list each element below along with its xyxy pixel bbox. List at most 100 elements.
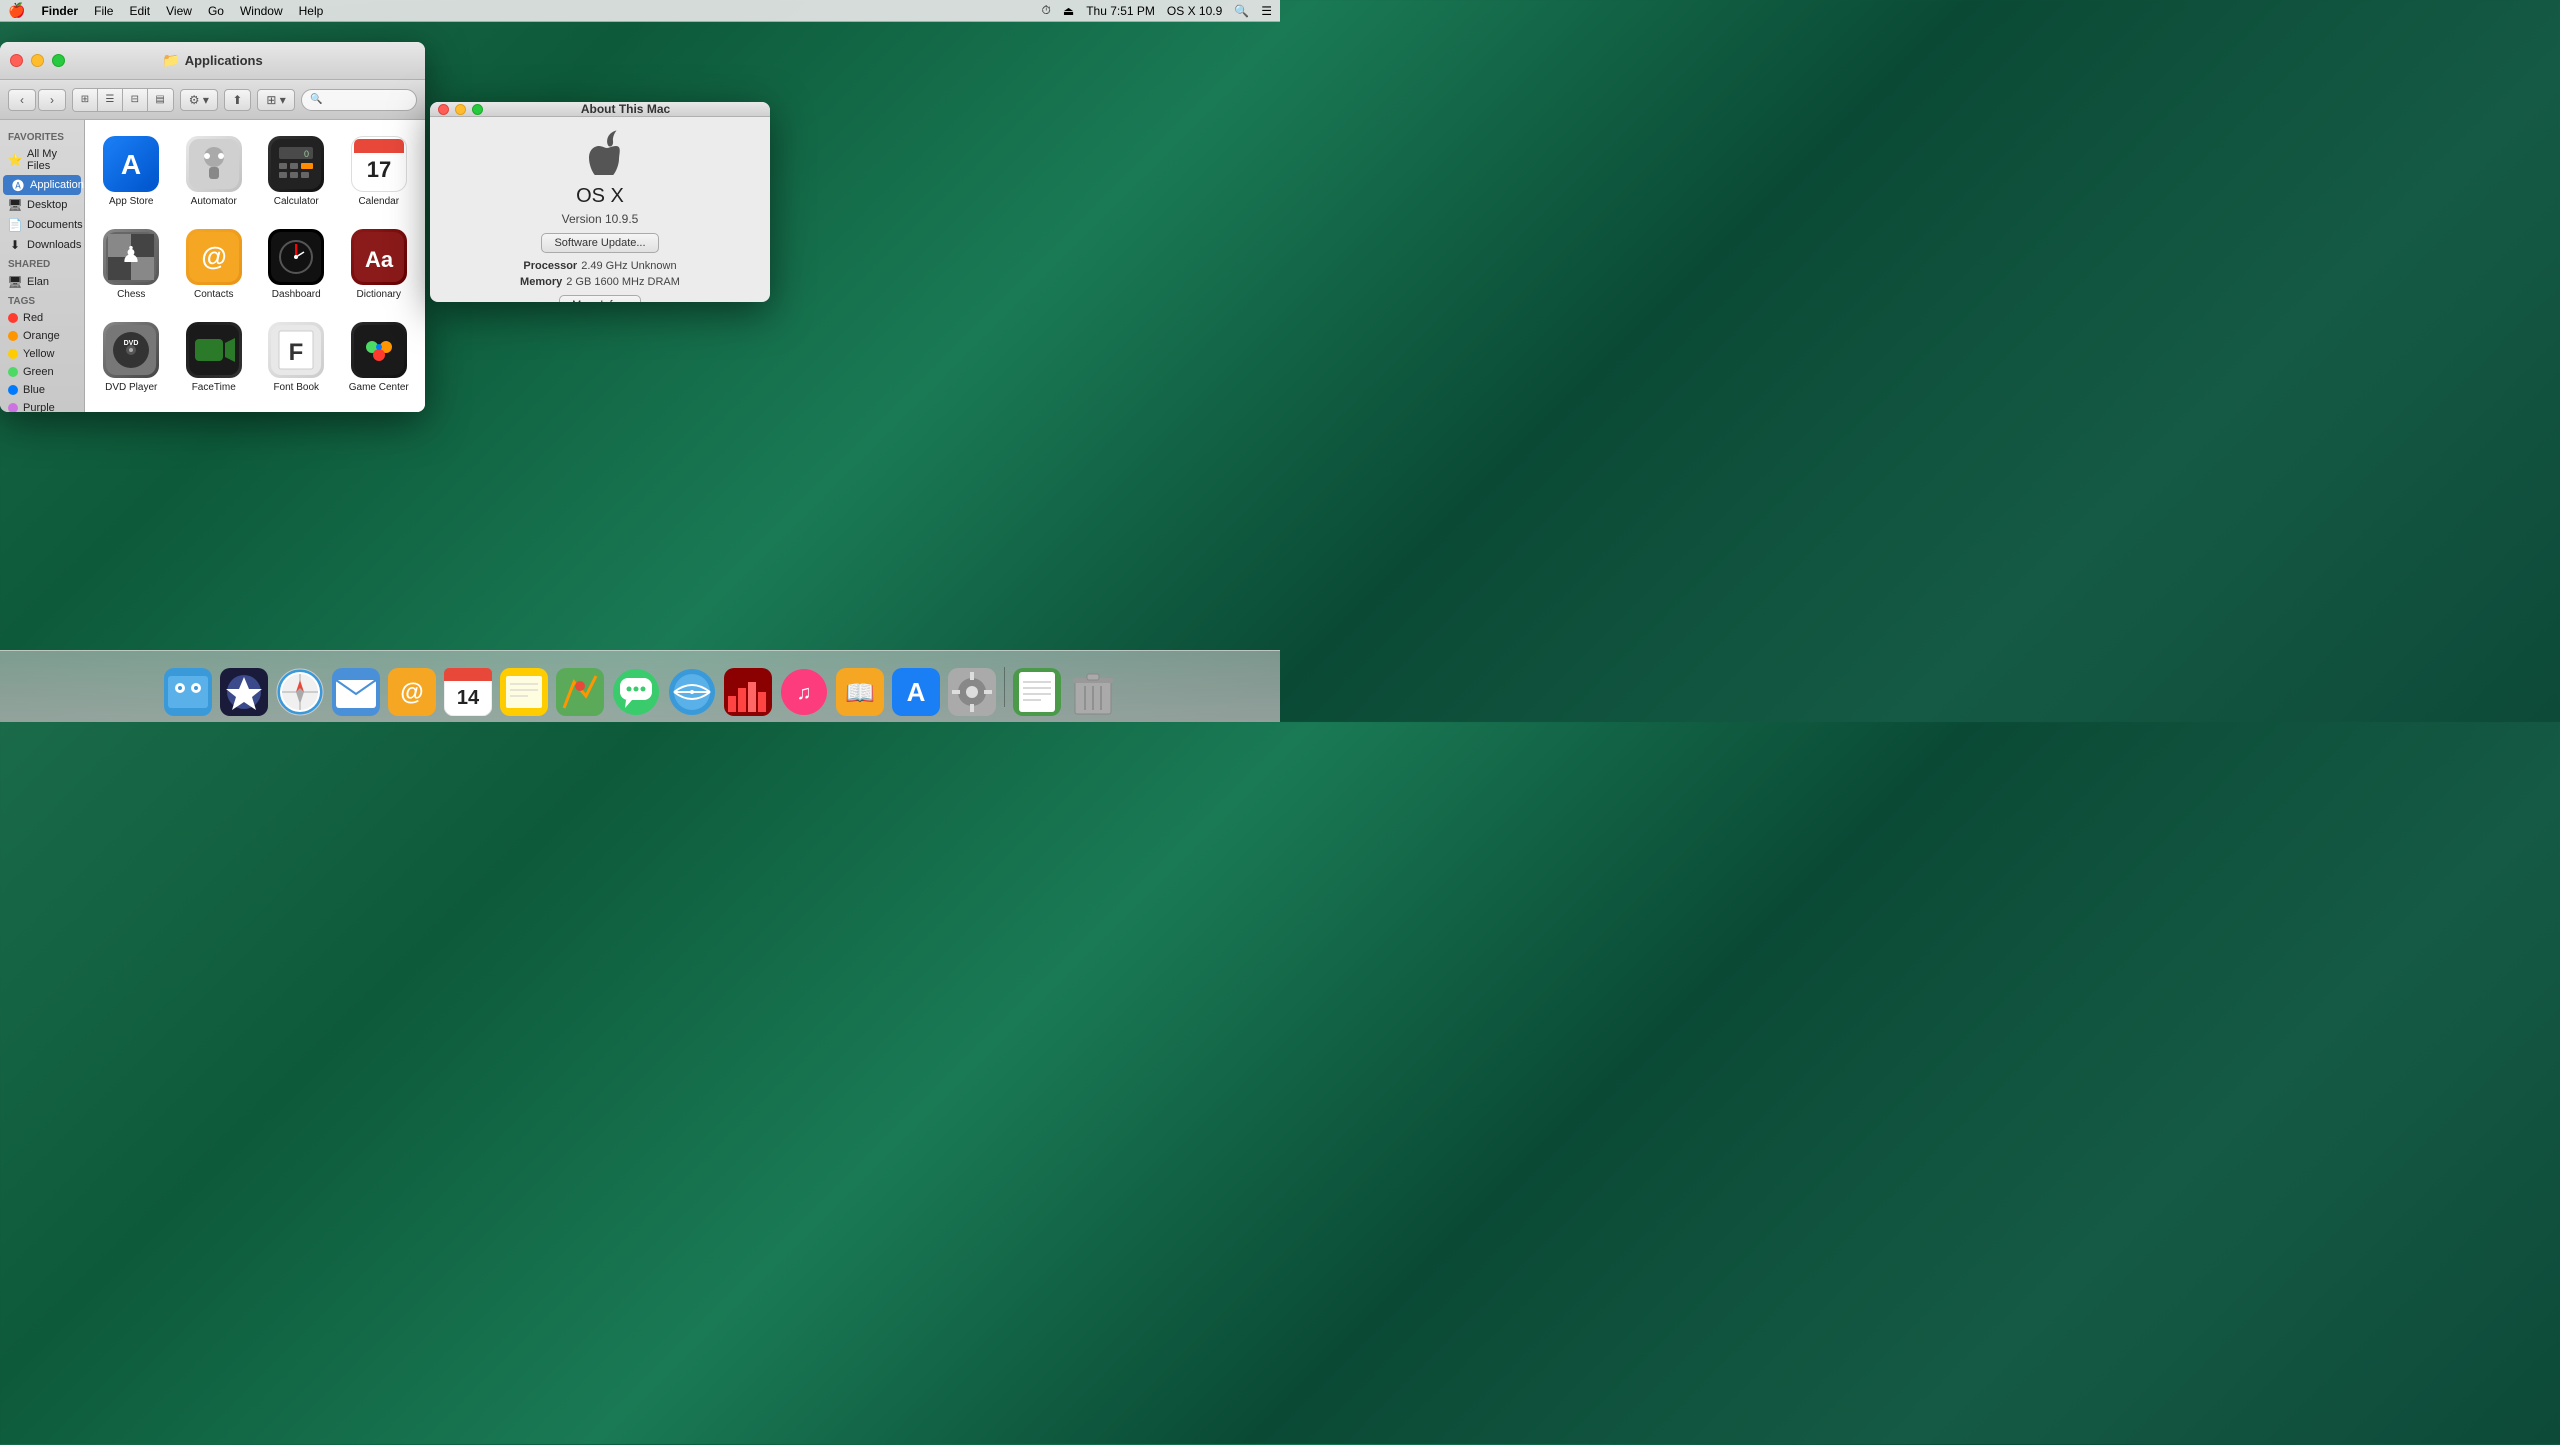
automator-icon <box>186 136 242 192</box>
menubar-help[interactable]: Help <box>299 4 324 18</box>
dock-item-network[interactable] <box>666 666 718 718</box>
sidebar-item-all-my-files[interactable]: ⭐ All My Files <box>0 145 84 175</box>
more-info-button[interactable]: More Info... <box>559 295 641 302</box>
zoom-button[interactable] <box>52 54 65 67</box>
app-item-fontbook[interactable]: F Font Book <box>260 316 333 399</box>
svg-text:F: F <box>289 339 304 366</box>
all-my-files-icon: ⭐ <box>8 153 22 167</box>
menubar-right: ⏱ ⏏ Thu 7:51 PM OS X 10.9 🔍 ☰ <box>1041 3 1272 18</box>
icon-view-btn[interactable]: ⊞ <box>73 89 98 111</box>
shared-label: SHARED <box>0 255 84 272</box>
app-grid-container: A App Store <box>85 120 425 412</box>
menubar-view[interactable]: View <box>166 4 192 18</box>
app-item-facetime[interactable]: FaceTime <box>178 316 251 399</box>
app-item-dictionary[interactable]: Aa Dictionary <box>343 223 416 306</box>
documents-icon: 📄 <box>8 218 22 232</box>
dock-item-textedit[interactable] <box>1011 666 1063 718</box>
dock-item-trash[interactable] <box>1067 666 1119 718</box>
software-update-button[interactable]: Software Update... <box>541 233 658 253</box>
eject-icon[interactable]: ⏏ <box>1063 4 1074 18</box>
app-item-ibooks[interactable]: 📖 iBooks <box>95 409 168 412</box>
action-button[interactable]: ⚙ ▾ <box>180 89 218 111</box>
back-button[interactable]: ‹ <box>8 89 36 111</box>
dock-item-calendar[interactable]: 14 <box>442 666 494 718</box>
svg-text:♫: ♫ <box>796 682 811 704</box>
share-button[interactable]: ⬆ <box>224 89 251 111</box>
sidebar-item-green[interactable]: Green <box>0 363 84 381</box>
app-item-calendar[interactable]: 17 Calendar <box>343 130 416 213</box>
dock-item-istat[interactable] <box>722 666 774 718</box>
list-view-btn[interactable]: ☰ <box>98 89 123 111</box>
dock-item-safari[interactable] <box>274 666 326 718</box>
minimize-button[interactable] <box>31 54 44 67</box>
cover-flow-btn[interactable]: ▤ <box>148 89 173 111</box>
time-machine-icon[interactable]: ⏱ <box>1041 3 1050 18</box>
menubar-window[interactable]: Window <box>240 4 283 18</box>
app-item-appstore[interactable]: A App Store <box>95 130 168 213</box>
sidebar-item-blue[interactable]: Blue <box>0 381 84 399</box>
sidebar-item-documents[interactable]: 📄 Documents <box>0 215 84 235</box>
desktop-icon: 🖥 <box>8 198 22 212</box>
dock-item-system-preferences[interactable] <box>946 666 998 718</box>
search-bar[interactable]: 🔍 <box>301 89 417 111</box>
sidebar-item-desktop[interactable]: 🖥 Desktop <box>0 195 84 215</box>
menu-list-icon[interactable]: ☰ <box>1261 4 1272 18</box>
app-item-dvdplayer[interactable]: DVD DVD Player <box>95 316 168 399</box>
about-this-mac-window: About This Mac OS X Version 10.9.5 Softw… <box>430 102 770 302</box>
dock-item-messages[interactable] <box>610 666 662 718</box>
column-view-btn[interactable]: ⊟ <box>123 89 148 111</box>
memory-label: Memory <box>520 276 562 288</box>
automator-label: Automator <box>191 196 237 207</box>
dock-item-notes[interactable] <box>498 666 550 718</box>
menubar-file[interactable]: File <box>94 4 113 18</box>
about-titlebar: About This Mac <box>430 102 770 117</box>
processor-value: 2.49 GHz Unknown <box>581 260 676 272</box>
dvdplayer-icon: DVD <box>103 322 159 378</box>
app-item-gamecenter[interactable]: Game Center <box>343 316 416 399</box>
app-item-contacts[interactable]: @ Contacts <box>178 223 251 306</box>
dock-item-contacts[interactable]: @ <box>386 666 438 718</box>
sidebar-item-elan[interactable]: 🖥 Elan <box>0 272 84 292</box>
arrangement-button[interactable]: ⊞ ▾ <box>257 89 295 111</box>
dock-item-ibooks[interactable]: 📖 <box>834 666 886 718</box>
dock-item-mail[interactable] <box>330 666 382 718</box>
appstore-label: App Store <box>109 196 153 207</box>
sidebar-item-downloads[interactable]: ⬇ Downloads <box>0 235 84 255</box>
dock-item-launchpad[interactable] <box>218 666 270 718</box>
app-item-imagecapture[interactable]: Image Capture <box>178 409 251 412</box>
app-item-dashboard[interactable]: Dashboard <box>260 223 333 306</box>
app-item-automator[interactable]: Automator <box>178 130 251 213</box>
menubar-finder[interactable]: Finder <box>41 4 78 18</box>
app-item-calculator[interactable]: 0 Calculator <box>260 130 333 213</box>
svg-text:A: A <box>121 149 141 180</box>
green-tag-dot <box>8 367 18 377</box>
about-minimize-button[interactable] <box>455 104 466 115</box>
menubar-go[interactable]: Go <box>208 4 224 18</box>
desktop: 📁 Applications ‹ › ⊞ ☰ ⊟ ▤ ⚙ ▾ ⬆ ⊞ ▾ 🔍 <box>0 22 1280 662</box>
calculator-label: Calculator <box>274 196 319 207</box>
contacts-icon: @ <box>186 229 242 285</box>
about-close-button[interactable] <box>438 104 449 115</box>
search-icon[interactable]: 🔍 <box>1234 4 1249 18</box>
app-item-launchpad[interactable]: Launchpad <box>343 409 416 412</box>
sidebar-item-orange[interactable]: Orange <box>0 327 84 345</box>
app-item-itunes[interactable]: ♫ iTunes <box>260 409 333 412</box>
dock-item-itunes[interactable]: ♫ <box>778 666 830 718</box>
dock-item-appstore[interactable]: A <box>890 666 942 718</box>
dock-item-finder[interactable] <box>162 666 214 718</box>
sidebar-item-yellow[interactable]: Yellow <box>0 345 84 363</box>
finder-window: 📁 Applications ‹ › ⊞ ☰ ⊟ ▤ ⚙ ▾ ⬆ ⊞ ▾ 🔍 <box>0 42 425 412</box>
app-item-chess[interactable]: ♟ Chess <box>95 223 168 306</box>
apple-menu[interactable]: 🍎 <box>8 2 25 19</box>
sidebar-item-applications[interactable]: 🅐 Applications <box>3 175 81 195</box>
about-zoom-button[interactable] <box>472 104 483 115</box>
yellow-tag-dot <box>8 349 18 359</box>
dock-item-maps[interactable] <box>554 666 606 718</box>
close-button[interactable] <box>10 54 23 67</box>
menubar-edit[interactable]: Edit <box>129 4 150 18</box>
sidebar-item-purple[interactable]: Purple <box>0 399 84 412</box>
forward-button[interactable]: › <box>38 89 66 111</box>
finder-titlebar: 📁 Applications <box>0 42 425 80</box>
finder-body: FAVORITES ⭐ All My Files 🅐 Applications … <box>0 120 425 412</box>
sidebar-item-red[interactable]: Red <box>0 309 84 327</box>
